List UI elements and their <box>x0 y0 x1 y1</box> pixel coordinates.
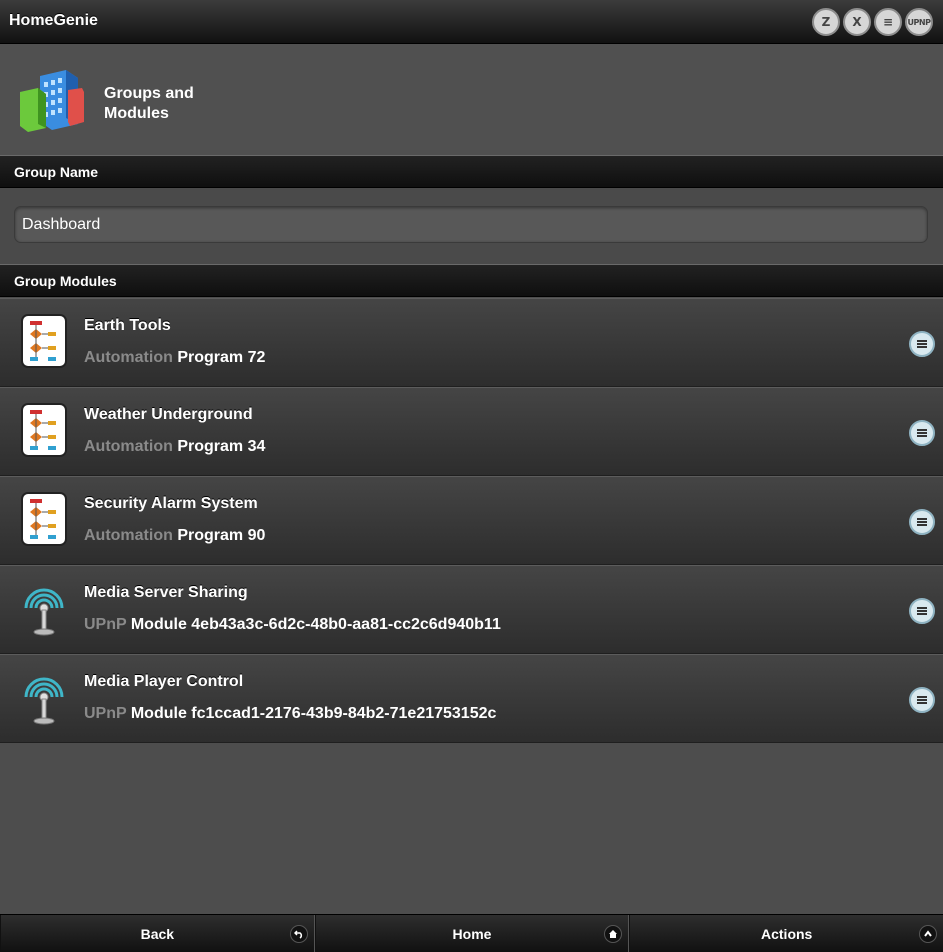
app-title: HomeGenie <box>9 12 98 29</box>
back-arrow-icon <box>289 925 308 943</box>
module-name: Media Player Control <box>84 673 244 690</box>
page-title: Groups and Modules <box>104 85 194 122</box>
module-address: Program 90 <box>177 527 266 544</box>
module-options-button[interactable] <box>909 420 935 446</box>
menu-icon <box>917 696 927 704</box>
module-domain: Automation <box>84 438 173 455</box>
insteon-icon[interactable]: ≡ <box>874 8 902 36</box>
module-name: Media Server Sharing <box>84 584 248 601</box>
upnp-antenna-icon <box>24 677 64 725</box>
module-info: Automation Program 90 <box>84 527 265 545</box>
module-row[interactable]: Security Alarm System Automation Program… <box>0 476 943 565</box>
actions-button[interactable]: Actions <box>629 915 943 952</box>
module-domain: UPnP <box>84 705 127 722</box>
module-name: Security Alarm System <box>84 495 258 512</box>
group-modules-divider: Group Modules <box>0 264 943 297</box>
group-name-section <box>0 188 943 264</box>
program-flowchart-icon <box>21 492 67 546</box>
module-info: Automation Program 34 <box>84 438 265 456</box>
menu-icon <box>917 340 927 348</box>
module-options-button[interactable] <box>909 598 935 624</box>
module-name: Earth Tools <box>84 317 171 334</box>
chevron-up-icon <box>919 925 938 943</box>
module-address: Module fc1ccad1-2176-43b9-84b2-71e217531… <box>130 705 497 722</box>
page-header: Groups and Modules <box>0 44 943 155</box>
interface-status-icons: Z X ≡ UPNP <box>812 8 933 36</box>
buildings-icon <box>20 70 84 132</box>
upnp-icon[interactable]: UPNP <box>905 8 933 36</box>
module-row[interactable]: Media Player Control UPnP Module fc1ccad… <box>0 654 943 743</box>
module-address: Module 4eb43a3c-6d2c-48b0-aa81-cc2c6d940… <box>130 616 501 633</box>
home-label: Home <box>452 926 492 942</box>
actions-label: Actions <box>761 926 813 942</box>
menu-icon <box>917 429 927 437</box>
module-options-button[interactable] <box>909 331 935 357</box>
module-options-button[interactable] <box>909 687 935 713</box>
upnp-antenna-icon <box>24 588 64 636</box>
program-flowchart-icon <box>21 403 67 457</box>
module-address: Program 72 <box>177 349 266 366</box>
group-modules-header: Group Modules <box>14 273 117 289</box>
group-name-header: Group Name <box>14 164 99 180</box>
module-domain: Automation <box>84 527 173 544</box>
group-name-input[interactable] <box>14 206 928 243</box>
footer-navbar: Back Home Actions <box>0 914 943 952</box>
back-button[interactable]: Back <box>0 915 315 952</box>
module-row[interactable]: Media Server Sharing UPnP Module 4eb43a3… <box>0 565 943 654</box>
module-info: UPnP Module 4eb43a3c-6d2c-48b0-aa81-cc2c… <box>84 616 501 634</box>
top-bar: HomeGenie Z X ≡ UPNP <box>0 0 943 44</box>
module-options-button[interactable] <box>909 509 935 535</box>
module-address: Program 34 <box>177 438 266 455</box>
program-flowchart-icon <box>21 314 67 368</box>
group-modules-list: Earth Tools Automation Program 72 Weathe… <box>0 298 943 743</box>
back-label: Back <box>140 926 175 942</box>
x10-icon[interactable]: X <box>843 8 871 36</box>
module-row[interactable]: Weather Underground Automation Program 3… <box>0 387 943 476</box>
menu-icon <box>917 607 927 615</box>
module-info: UPnP Module fc1ccad1-2176-43b9-84b2-71e2… <box>84 705 496 723</box>
module-info: Automation Program 72 <box>84 349 265 367</box>
module-name: Weather Underground <box>84 406 253 423</box>
group-name-divider: Group Name <box>0 155 943 188</box>
home-button[interactable]: Home <box>314 915 630 952</box>
zwave-icon[interactable]: Z <box>812 8 840 36</box>
module-row[interactable]: Earth Tools Automation Program 72 <box>0 298 943 387</box>
menu-icon <box>917 518 927 526</box>
module-domain: UPnP <box>84 616 127 633</box>
module-domain: Automation <box>84 349 173 366</box>
